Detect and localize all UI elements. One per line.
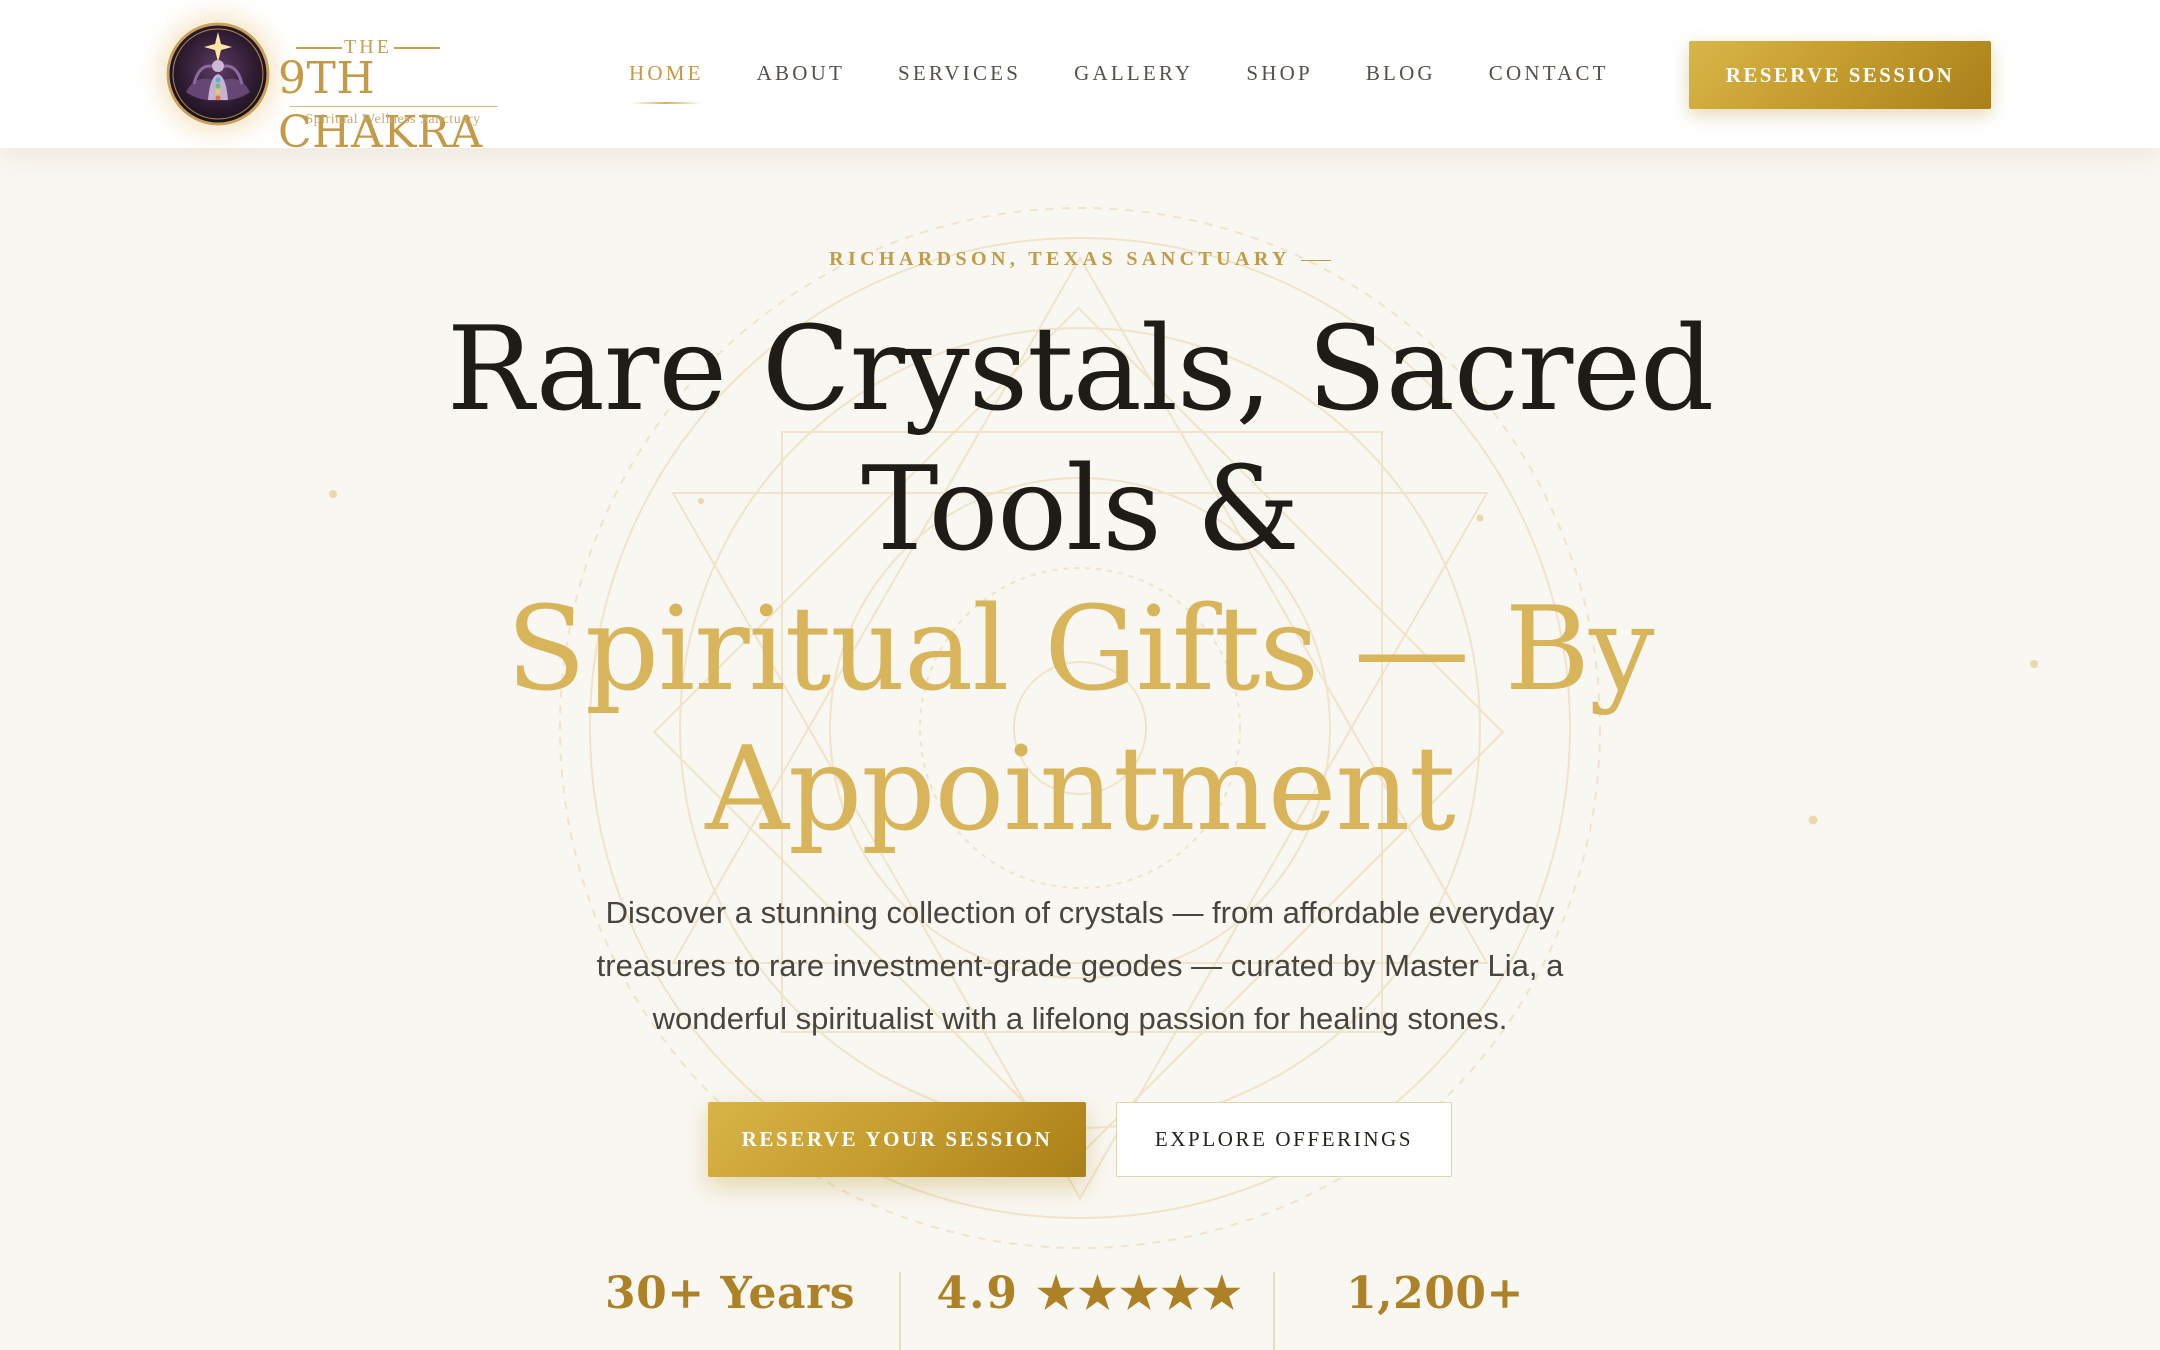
reserve-your-session-button[interactable]: RESERVE YOUR SESSION (708, 1102, 1086, 1177)
nav-about[interactable]: ABOUT (757, 58, 845, 90)
headline-line-3: Spiritual Gifts — By (506, 582, 1654, 717)
kicker-dash (1300, 259, 1331, 262)
headline-line-1: Rare Crystals, Sacred (446, 302, 1715, 437)
nav-blog[interactable]: BLOG (1366, 58, 1436, 90)
headline-line-2: Tools & (861, 442, 1300, 577)
hero-kicker: RICHARDSON, TEXAS SANCTUARY (0, 248, 2160, 271)
nav-services[interactable]: SERVICES (898, 58, 1021, 90)
hero-kicker-text: RICHARDSON, TEXAS SANCTUARY (829, 248, 1291, 270)
site-header: THE 9TH CHAKRA Spiritual Wellness Sanctu… (0, 0, 2160, 158)
logo-tagline: Spiritual Wellness Sanctuary (305, 112, 481, 127)
meditating-figure-lotus-icon (166, 22, 270, 126)
stat-years: 30+ Years (605, 1268, 855, 1319)
nav-shop[interactable]: SHOP (1246, 58, 1313, 90)
headline-line-4: Appointment (705, 722, 1456, 857)
nav-gallery[interactable]: GALLERY (1074, 58, 1193, 90)
reserve-session-button[interactable]: RESERVE SESSION (1689, 41, 1991, 109)
site-logo[interactable]: THE 9TH CHAKRA Spiritual Wellness Sanctu… (166, 22, 506, 158)
stats-bar: 30+ Years 4.9 ★★★★★ 1,200+ (0, 1268, 2160, 1350)
hero-description: Discover a stunning collection of crysta… (596, 895, 1564, 1036)
main-navigation: HOME ABOUT SERVICES GALLERY SHOP BLOG CO… (629, 58, 1662, 104)
explore-offerings-button[interactable]: EXPLORE OFFERINGS (1116, 1102, 1452, 1177)
hero-headline: Rare Crystals, Sacred Tools & Spiritual … (380, 300, 1780, 860)
nav-contact[interactable]: CONTACT (1489, 58, 1609, 90)
stat-rating: 4.9 ★★★★★ (936, 1268, 1244, 1319)
stat-count: 1,200+ (1346, 1268, 1524, 1319)
logo-divider (290, 106, 498, 107)
nav-home[interactable]: HOME (629, 58, 704, 104)
stat-divider (899, 1272, 901, 1350)
